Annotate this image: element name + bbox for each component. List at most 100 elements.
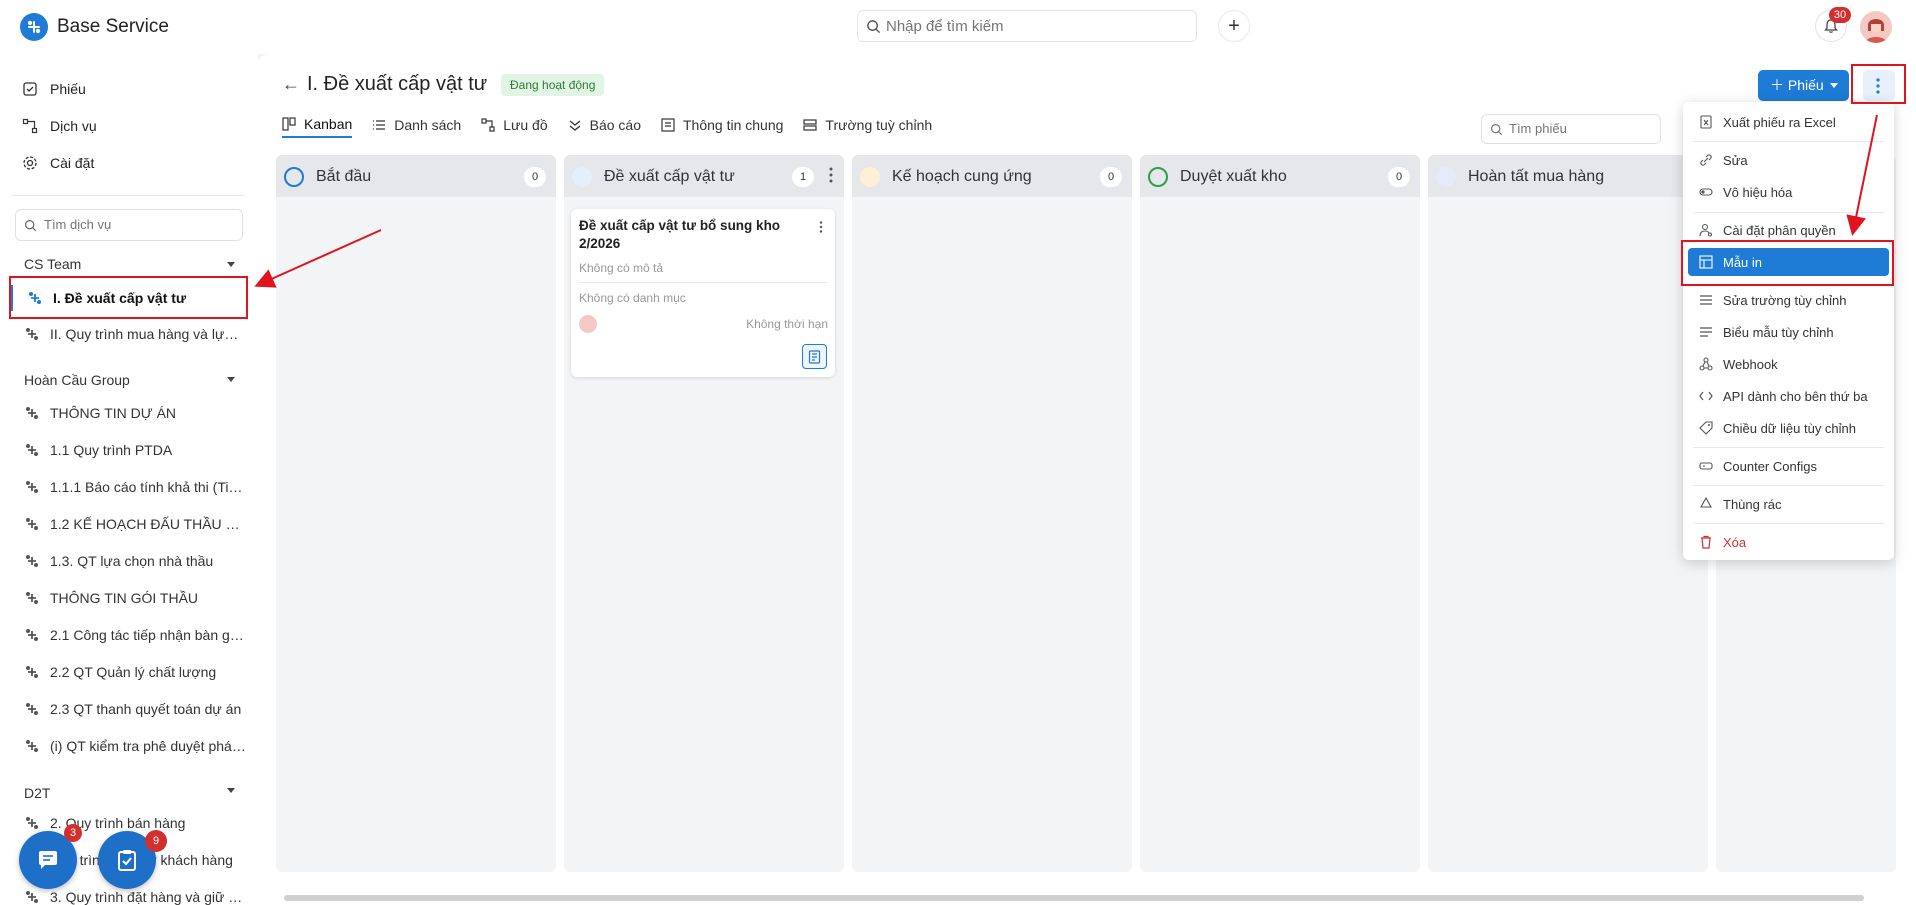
tab-label: Trường tuỳ chỉnh <box>825 117 933 133</box>
menu-separator <box>1693 485 1884 486</box>
global-search-input[interactable] <box>886 16 1186 36</box>
menu-export-excel[interactable]: Xuất phiếu ra Excel <box>1683 108 1894 136</box>
service-icon <box>26 740 38 752</box>
sidebar-divider <box>12 195 244 196</box>
service-item[interactable]: 2.3 QT thanh quyết toán dự án <box>24 696 246 722</box>
tab-label: Thông tin chung <box>683 117 784 133</box>
menu-label: Webhook <box>1723 356 1778 372</box>
chevron-down-icon[interactable] <box>227 788 235 793</box>
menu-label: Counter Configs <box>1723 458 1817 474</box>
finish-icon <box>1436 167 1456 187</box>
sidebar-nav-services[interactable]: Dịch vụ <box>22 114 97 138</box>
column-more-icon[interactable] <box>829 167 833 183</box>
logo-icon <box>27 20 41 34</box>
service-label: 2.2 QT Quản lý chất lượng <box>50 664 217 680</box>
menu-counter-configs[interactable]: Counter Configs <box>1683 452 1894 480</box>
card-category: Không có danh mục <box>579 291 686 305</box>
brand-name: Base Service <box>57 16 169 37</box>
group-header-d2t[interactable]: D2T <box>24 785 50 801</box>
menu-edit-custom-fields[interactable]: Sửa trường tùy chỉnh <box>1683 286 1894 314</box>
menu-edit[interactable]: Sửa <box>1683 146 1894 174</box>
service-search-input[interactable] <box>44 217 234 232</box>
form-button[interactable] <box>802 344 827 369</box>
column-count: 0 <box>1100 167 1122 187</box>
status-badge: Đang hoạt động <box>501 74 605 96</box>
sidebar-nav-tickets[interactable]: Phiếu <box>22 77 86 101</box>
tab-general-info[interactable]: Thông tin chung <box>661 112 783 138</box>
card-more-icon[interactable] <box>819 221 823 233</box>
group-header-hoan-cau[interactable]: Hoàn Cầu Group <box>24 372 130 388</box>
user-gear-icon <box>1699 223 1713 237</box>
service-icon <box>26 518 38 530</box>
search-icon <box>867 20 881 34</box>
menu-webhook[interactable]: Webhook <box>1683 350 1894 378</box>
kanban-column-start: Bắt đầu 0 <box>276 155 556 872</box>
back-arrow-icon[interactable]: ← <box>282 74 300 95</box>
service-item[interactable]: 2.1 Công tác tiếp nhận bàn giao mặt bằng <box>24 622 246 648</box>
menu-separator <box>1693 212 1884 213</box>
service-item[interactable]: THÔNG TIN DỰ ÁN <box>24 400 246 426</box>
chevron-down-icon[interactable] <box>227 262 235 267</box>
ticket-card[interactable]: Đề xuất cấp vật tư bổ sung kho 2/2026 Kh… <box>571 209 835 377</box>
menu-custom-forms[interactable]: Biểu mẫu tùy chỉnh <box>1683 318 1894 346</box>
service-item[interactable]: 1.2 KẾ HOẠCH ĐẤU THẦU CÔNG TRÌNH <box>24 511 246 537</box>
menu-trash[interactable]: Thùng rác <box>1683 490 1894 518</box>
tab-report[interactable]: Báo cáo <box>568 112 641 138</box>
chevron-down-icon[interactable] <box>227 377 235 382</box>
search-icon <box>1491 124 1503 136</box>
nav-label: Cài đặt <box>50 155 95 171</box>
horizontal-scrollbar[interactable] <box>284 895 1864 901</box>
app-logo[interactable] <box>20 13 48 41</box>
tab-kanban[interactable]: Kanban <box>282 112 353 138</box>
service-item[interactable]: 1.3. QT lựa chọn nhà thầu <box>24 548 246 574</box>
menu-label: Sửa trường tùy chỉnh <box>1723 292 1847 308</box>
service-item[interactable]: (i) QT kiểm tra phê duyệt pháp lý <box>24 733 246 759</box>
menu-disable[interactable]: Vô hiệu hóa <box>1683 178 1894 206</box>
user-avatar[interactable] <box>1860 11 1892 43</box>
page-title: I. Đề xuất cấp vật tư <box>307 73 488 95</box>
column-count: 0 <box>524 167 546 187</box>
tab-label: Kanban <box>304 116 353 132</box>
ticket-search[interactable] <box>1481 114 1661 144</box>
highlight-box-print-template <box>1681 240 1894 286</box>
tab-list[interactable]: Danh sách <box>372 112 461 138</box>
service-item[interactable]: THÔNG TIN GÓI THẦU <box>24 585 246 611</box>
service-item[interactable]: 1.1.1 Báo cáo tính khả thi (Tiền khả thi… <box>24 474 246 500</box>
code-icon <box>1699 391 1713 401</box>
notification-badge: 30 <box>1829 7 1851 23</box>
create-ticket-button[interactable]: ＋ Phiếu <box>1758 70 1849 101</box>
flowchart-icon <box>481 118 495 132</box>
menu-third-party-api[interactable]: API dành cho bên thứ ba <box>1683 382 1894 410</box>
gear-icon <box>23 156 37 170</box>
menu-delete[interactable]: Xóa <box>1683 528 1894 556</box>
menu-label: Vô hiệu hóa <box>1723 184 1793 200</box>
service-item[interactable]: 2.2 QT Quản lý chất lượng <box>24 659 246 685</box>
add-button[interactable]: + <box>1218 10 1250 42</box>
sidebar-nav-settings[interactable]: Cài đặt <box>22 151 94 175</box>
service-icon <box>26 592 38 604</box>
column-title: Duyệt xuất kho <box>1180 168 1287 185</box>
tab-flowchart[interactable]: Lưu đồ <box>481 112 548 138</box>
ticket-search-input[interactable] <box>1509 121 1649 136</box>
menu-label: Thùng rác <box>1723 496 1782 512</box>
service-item[interactable]: II. Quy trình mua hàng và lựa chọn nhà c… <box>24 321 246 347</box>
service-icon <box>26 891 38 903</box>
column-title: Hoàn tất mua hàng <box>1468 168 1605 185</box>
plus-icon: ＋ <box>1770 77 1784 93</box>
tab-custom-fields[interactable]: Trường tuỳ chỉnh <box>803 112 932 138</box>
column-count: 0 <box>1388 167 1410 187</box>
service-icon <box>26 444 38 456</box>
service-item[interactable]: 1.1 Quy trình PTDA <box>24 437 246 463</box>
service-search[interactable] <box>15 209 243 241</box>
service-label: 1.1 Quy trình PTDA <box>50 442 173 458</box>
global-search[interactable] <box>857 10 1197 42</box>
service-label: 1.2 KẾ HOẠCH ĐẤU THẦU CÔNG TRÌNH <box>50 516 246 532</box>
service-icon <box>26 703 38 715</box>
assignee-avatar <box>579 315 597 333</box>
group-header-cs-team[interactable]: CS Team <box>24 256 81 272</box>
check-circle-icon <box>1148 167 1168 187</box>
list-icon <box>373 120 386 130</box>
chat-badge: 3 <box>64 824 82 842</box>
tag-icon <box>1699 421 1713 435</box>
menu-custom-data-dimension[interactable]: Chiều dữ liệu tùy chỉnh <box>1683 414 1894 442</box>
